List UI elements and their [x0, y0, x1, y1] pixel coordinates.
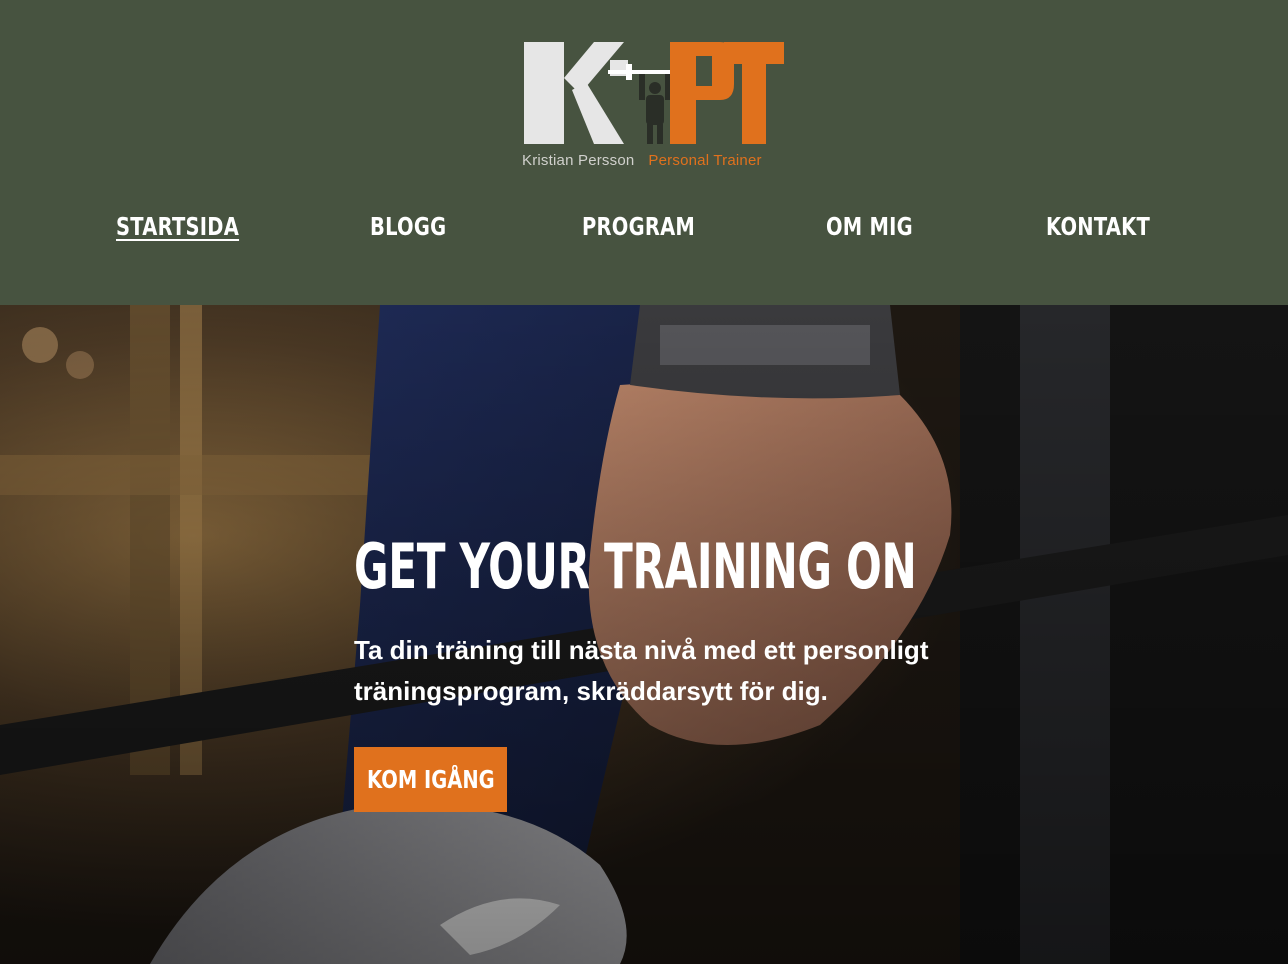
logo-mark-icon — [524, 42, 784, 144]
nav-om-mig[interactable]: OM MIG — [826, 212, 913, 241]
brand-role: Personal Trainer — [648, 152, 762, 169]
site-header: Kristian Persson Personal Trainer STARTSI… — [0, 0, 1288, 305]
nav-blogg[interactable]: BLOGG — [370, 212, 446, 241]
kom-igang-button[interactable]: KOM IGÅNG — [354, 747, 507, 812]
nav-kontakt[interactable]: KONTAKT — [1046, 212, 1150, 241]
brand-name: Kristian Persson — [522, 152, 635, 169]
kom-igang-label: KOM IGÅNG — [366, 765, 495, 794]
brand-logo[interactable]: Kristian Persson Personal Trainer — [520, 38, 788, 174]
main-nav: STARTSIDA BLOGG PROGRAM OM MIG KONTAKT — [0, 212, 1288, 262]
hero-title: GET YOUR TRAINING ON — [354, 530, 917, 603]
brand-tagline: Kristian Persson Personal Trainer — [522, 152, 762, 169]
nav-program[interactable]: PROGRAM — [582, 212, 695, 241]
nav-startsida[interactable]: STARTSIDA — [116, 212, 239, 241]
hero-subtitle: Ta din träning till nästa nivå med ett p… — [354, 635, 929, 706]
